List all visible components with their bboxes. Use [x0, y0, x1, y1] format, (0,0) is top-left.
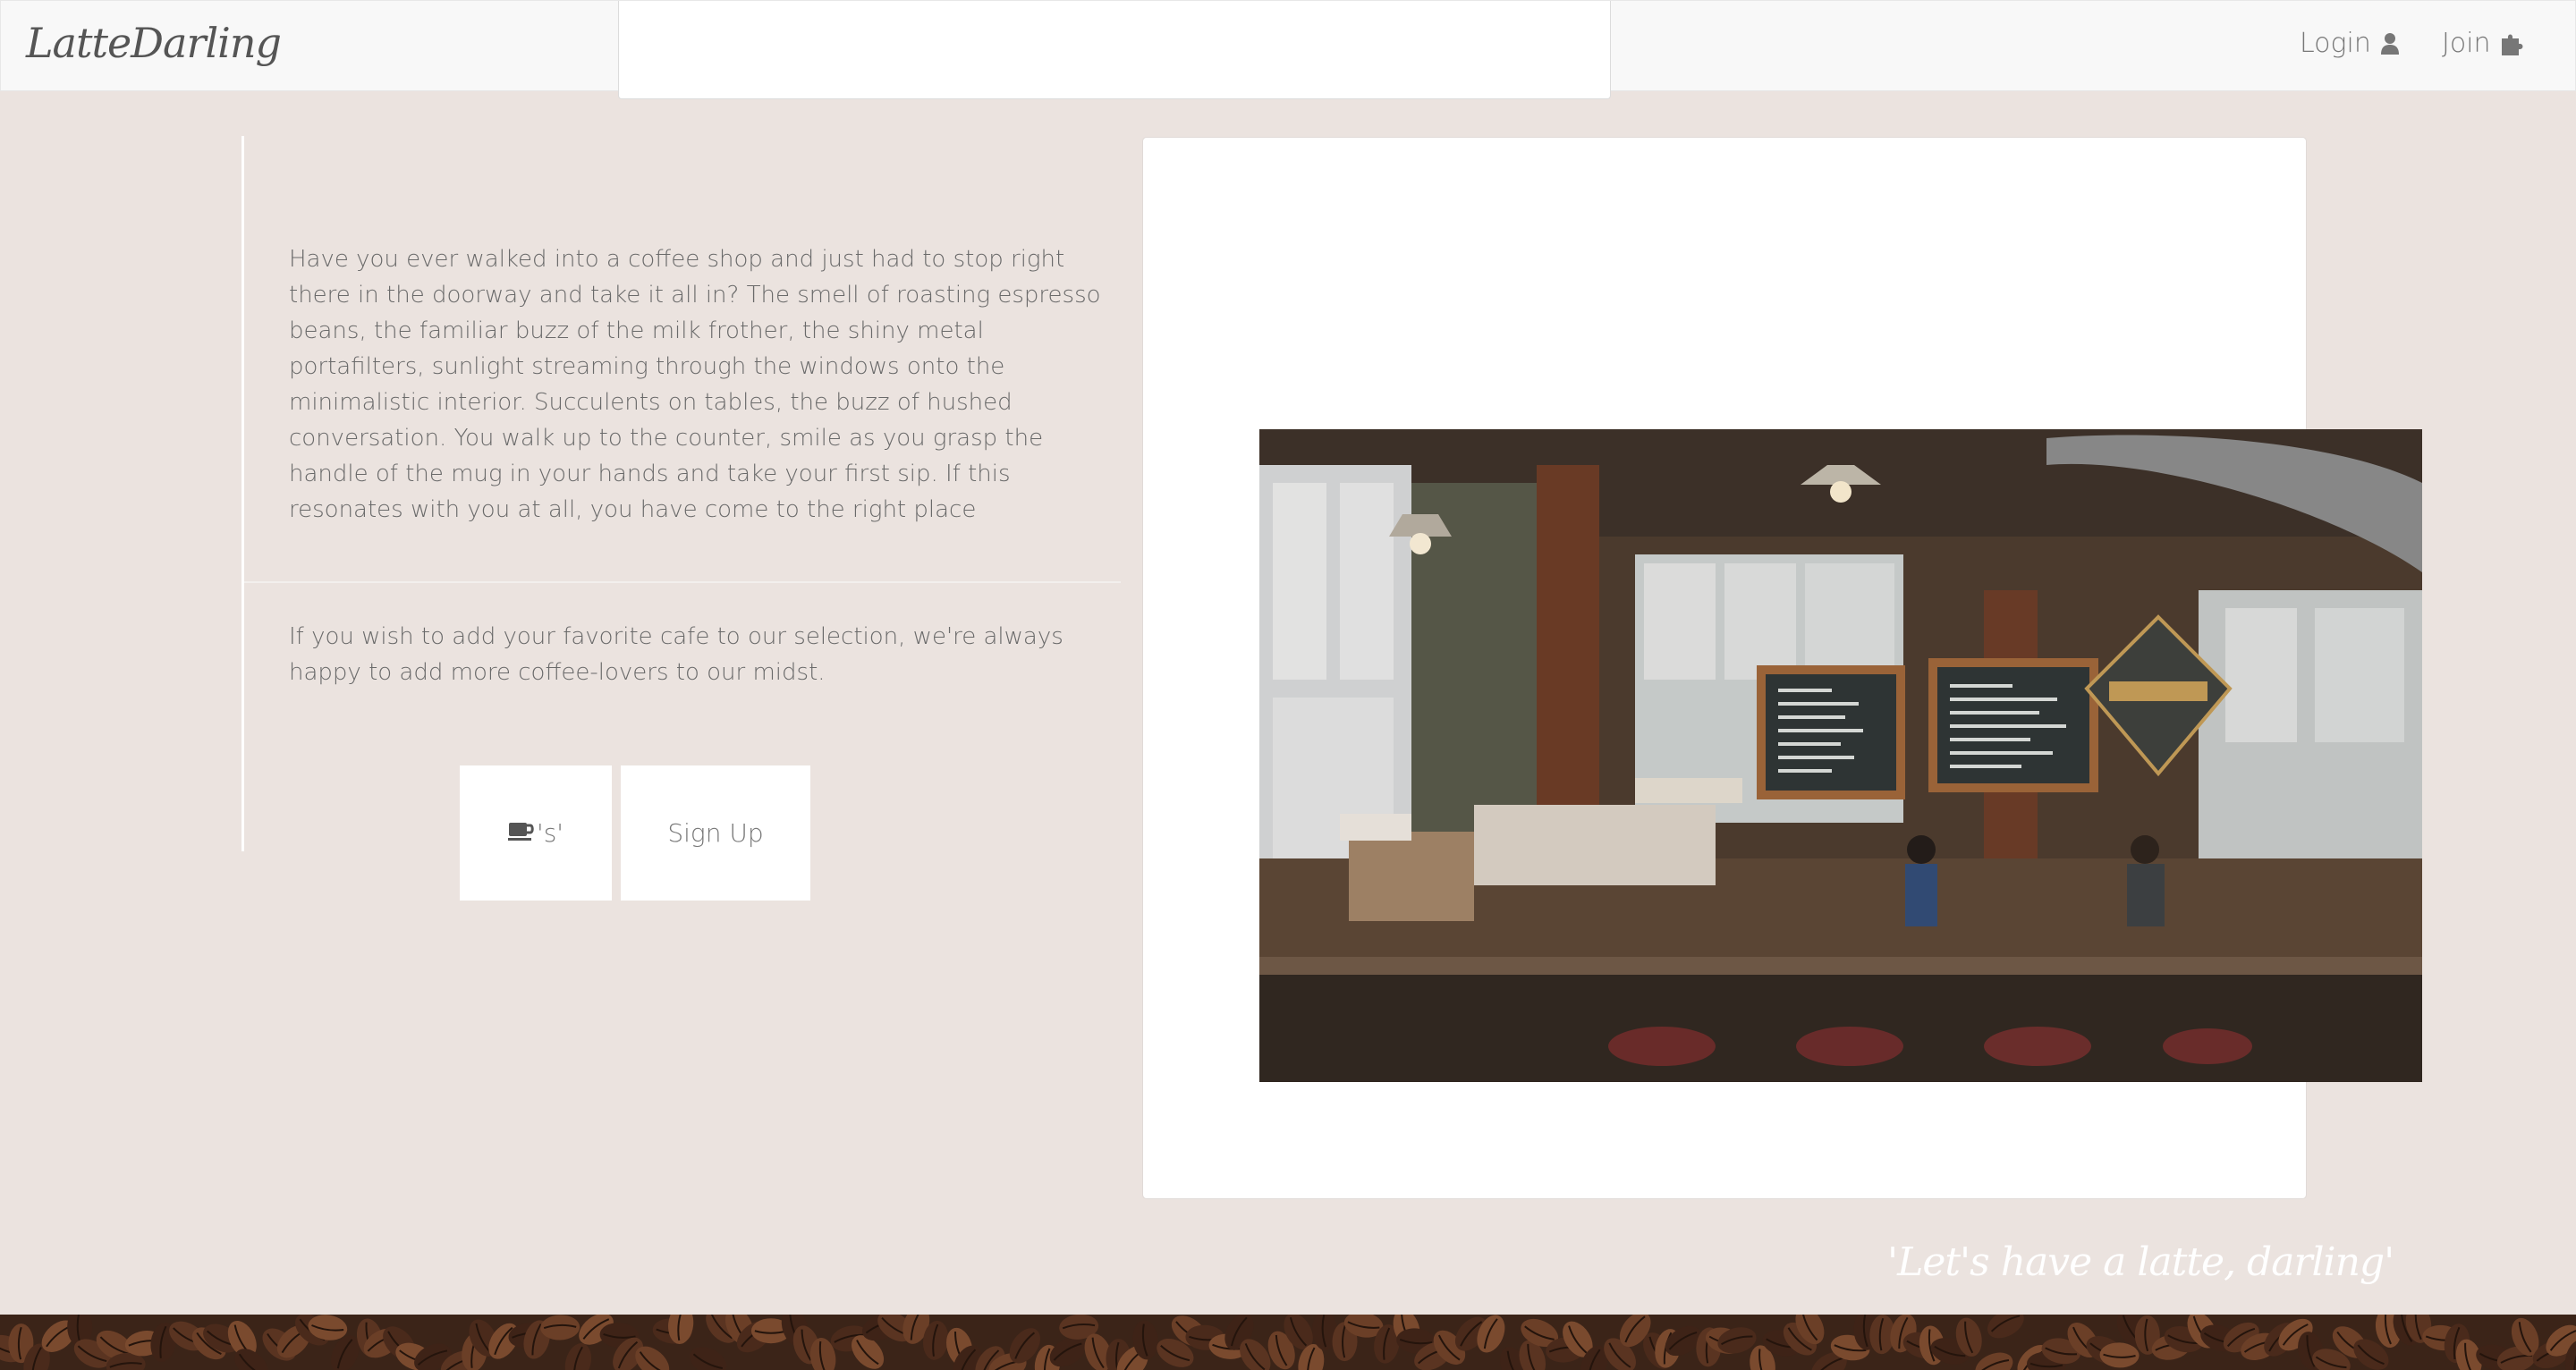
tagline: 'Let's have a latte, darling': [1887, 1239, 2394, 1285]
nav-center-panel: [618, 1, 1611, 99]
cafes-button-label: 's': [537, 818, 564, 848]
intro-paragraph: Have you ever walked into a coffee shop …: [289, 246, 1101, 523]
join-link[interactable]: Join: [2442, 28, 2527, 59]
user-icon: [2380, 32, 2400, 55]
intro-section: Have you ever walked into a coffee shop …: [242, 136, 1121, 851]
cafes-button[interactable]: 's': [460, 765, 612, 901]
brand-logo[interactable]: LatteDarling: [26, 19, 282, 67]
login-link[interactable]: Login: [2300, 28, 2400, 59]
coffee-beans-footer: [0, 1315, 2576, 1370]
coffee-shop-photo: [1259, 429, 2422, 1082]
join-label: Join: [2442, 28, 2491, 59]
section-divider: [244, 581, 1121, 583]
navbar: LatteDarling Login Join: [0, 0, 2576, 99]
signup-button[interactable]: Sign Up: [621, 765, 810, 901]
coffee-cup-icon: [508, 818, 535, 848]
invite-paragraph: If you wish to add your favorite cafe to…: [289, 623, 1063, 686]
login-label: Login: [2300, 28, 2371, 59]
puzzle-piece-icon: [2500, 31, 2527, 56]
